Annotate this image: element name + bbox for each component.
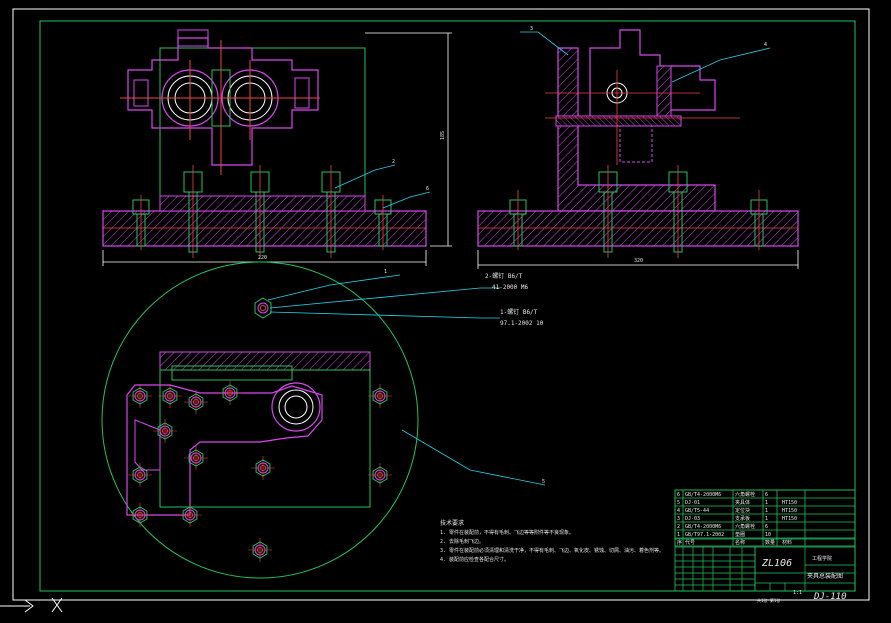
top-view-nut [218,381,242,405]
bom-cell-no: 1 [677,532,680,538]
bom-cell-code: DJ-01 [685,500,700,506]
bom-cell-name: 支承板 [735,515,750,522]
drawing-number: DJ-110 [813,592,847,602]
bom-cell-code: GB/T5-44 [685,508,709,514]
top-view-fasteners [128,297,392,562]
bom-cell-qty: 1 [765,500,768,506]
bom-cell-material: HT150 [782,508,797,514]
top-balloon-5: 5 [542,479,545,485]
notes-line-3: 3. 零件在装配前必须清理和清洗干净，不得有毛刺、飞边、氧化皮、锈蚀、切屑、油污… [440,547,664,554]
title-block-grid [675,547,855,592]
top-view-nut [128,463,152,487]
drawing-scale: 1:1 [793,590,802,596]
top-view-nut [248,538,272,562]
bom-cell-material: HT150 [782,516,797,522]
bom-cell-name: 夹具体 [735,499,750,506]
bom-cell-qty: 10 [765,532,771,538]
notes-line-1: 1. 零件在装配前，不得有毛刺、飞边等等附件等不良现象。 [440,529,574,536]
annotation-screw-2-line2: 41-2000 M6 [492,284,529,291]
notes-line-2: 2. 去除毛刺飞边。 [440,538,484,545]
notes-title: 技术要求 [440,519,464,527]
bom-header-cell: 代号 [685,539,695,546]
bom-cell-qty: 6 [765,524,768,530]
bom-header-cell: 序 [677,539,682,546]
bom-header-cell: 数量 [765,539,775,546]
bom-header-cell: 名称 [735,539,745,546]
sheet-count: 共1张 第1张 [757,597,780,603]
top-balloon-1: 1 [384,269,387,275]
school-name: 工程学院 [812,555,832,562]
top-view-nut [128,503,152,527]
bom-cell-name: 六角螺栓 [735,523,755,530]
bom-cell-name: 垫圈 [735,531,745,538]
bom-cell-no: 3 [677,516,680,522]
bom-table: 6 GB/T4-2000M6 六角螺栓 6 5 DJ-01 夹具体 1 HT150 4 GB/T5-… [674,489,856,547]
top-view-nut [184,446,208,470]
annotation-screw-2-line1: 2-螺钉 B6/T [485,272,523,280]
front-view [102,29,427,258]
bom-cell-name: 定位块 [735,507,750,514]
bom-header-cell: 材料 [782,539,792,546]
top-view-nut [251,456,275,480]
top-view-nut [153,419,177,443]
drawing-title: 夹具总装配图 [807,572,843,580]
bom-cell-qty: 6 [765,492,768,498]
bom-cell-material: HT150 [782,500,797,506]
top-leaders [267,274,546,486]
top-view-nut [368,384,392,408]
bom-cell-no: 5 [677,500,680,506]
top-view [101,261,419,579]
bom-cell-name: 六角螺栓 [735,491,755,498]
technical-notes: 技术要求 1. 零件在装配前，不得有毛刺、飞边等等附件等不良现象。 2. 去除毛… [440,519,664,563]
front-width-dimension: 220 [258,255,267,261]
part-number: ZL106 [761,558,792,569]
bom-cell-code: GB/T4-2000M6 [685,492,721,498]
bom-cell-qty: 1 [765,516,768,522]
bom-cell-qty: 1 [765,508,768,514]
bom-cell-no: 4 [677,508,680,514]
annotation-screw-1-line1: 1-螺钉 B6/T [500,308,538,316]
bom-cell-no: 2 [677,524,680,530]
bom-cell-code: GB/T97.1-2002 [685,532,724,538]
side-balloon-3: 3 [530,26,533,32]
bom-cell-no: 6 [677,492,680,498]
bom-cell-code: GB/T4-2000M6 [685,524,721,530]
bom-cell-code: DJ-03 [685,516,700,522]
top-view-nut [368,463,392,487]
side-balloon-4: 4 [764,42,767,48]
cad-drawing-viewport[interactable]: 220 185 2 6 320 3 4 1 5 2-螺钉 B6/T 41-200… [0,0,891,623]
annotation-screw-1-line2: 97.1-2002 10 [500,320,544,327]
side-view [477,29,799,258]
front-balloon-2: 2 [392,159,395,165]
front-balloon-6: 6 [426,186,429,192]
top-view-nut [128,384,152,408]
front-height-dimension: 185 [440,131,446,140]
side-width-dimension: 320 [634,258,643,264]
notes-line-4: 4. 装配前应检查各配合尺寸。 [440,556,509,563]
